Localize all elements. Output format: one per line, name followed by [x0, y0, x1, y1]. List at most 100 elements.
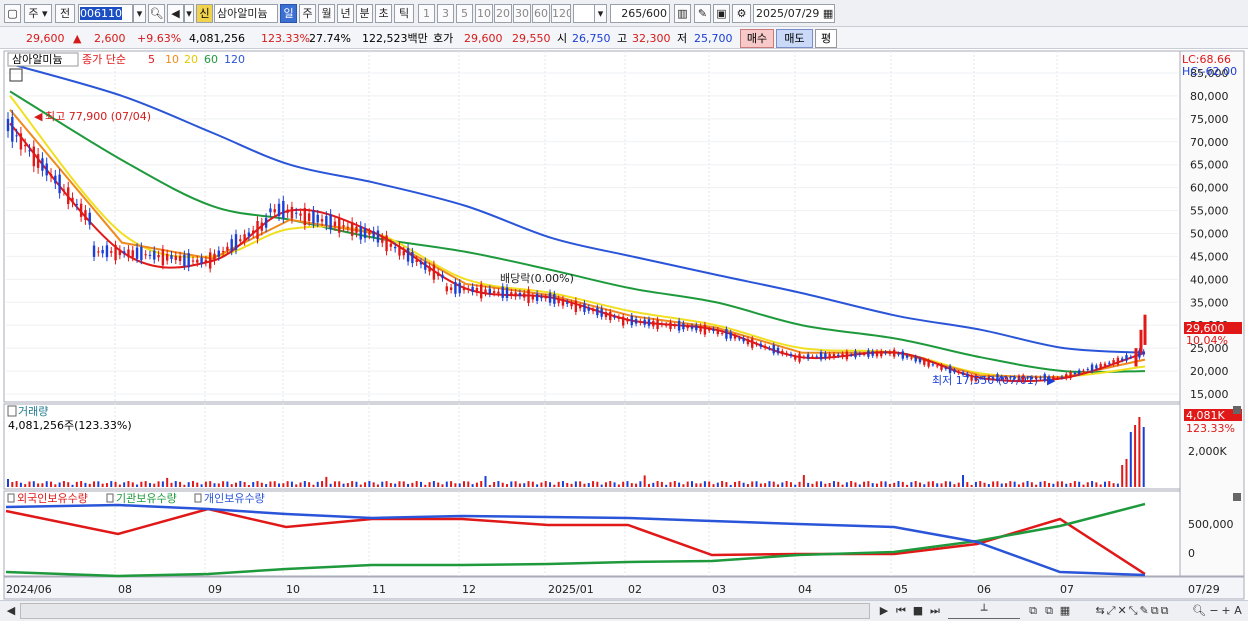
type-select[interactable]: 주 ▾ — [24, 4, 52, 23]
code-dropdown-icon[interactable]: ▾ — [133, 4, 146, 23]
tab-second[interactable]: 초 — [375, 4, 392, 23]
calendar-icon[interactable]: ▦ — [823, 7, 833, 20]
copy-icon[interactable]: ⧉ — [1026, 603, 1040, 619]
candle-body — [832, 354, 836, 358]
zoom-in-icon[interactable]: + — [1220, 603, 1232, 619]
volume-bar — [325, 476, 328, 487]
volume-bar — [574, 481, 577, 487]
volume-bar — [841, 484, 844, 487]
interval-60[interactable]: 60 — [532, 4, 550, 23]
scroll-right-icon[interactable]: ▶ — [877, 603, 891, 619]
volume-bar — [286, 481, 289, 487]
holding-close-icon[interactable] — [1233, 493, 1241, 501]
foreign-legend-toggle[interactable] — [7, 493, 15, 503]
interval-1[interactable]: 1 — [418, 4, 435, 23]
drawing-tools[interactable]: ⇆⤢✕⤡✎⧉⧉ — [1078, 603, 1188, 619]
stop-icon[interactable]: ■ — [911, 603, 925, 619]
interval-10[interactable]: 10 — [475, 4, 493, 23]
candle-body — [385, 235, 388, 252]
volume-bar — [660, 481, 663, 487]
candle-body — [940, 365, 943, 370]
count-field[interactable]: 265/600 — [610, 4, 670, 23]
volume-bar — [647, 483, 650, 487]
tab-minute[interactable]: 분 — [356, 4, 373, 23]
volume-panel-toggle[interactable] — [7, 405, 17, 417]
evaluation-button[interactable]: 평 — [815, 29, 837, 48]
window-icon[interactable]: ▢ — [4, 4, 21, 23]
candle-body — [867, 350, 870, 357]
volume-bar — [927, 481, 930, 487]
volume-bar — [1039, 481, 1042, 487]
volume-bar — [497, 481, 500, 487]
interval-3[interactable]: 3 — [437, 4, 454, 23]
candle-body — [350, 222, 354, 236]
date-field[interactable]: 2025/07/29 ▦ — [753, 4, 835, 23]
volume-bar — [1095, 482, 1098, 487]
scroll-track[interactable] — [20, 603, 870, 619]
volume-bar — [910, 482, 913, 487]
tab-day[interactable]: 일 — [280, 4, 297, 23]
save-icon[interactable]: ▣ — [713, 4, 730, 23]
tab-week[interactable]: 주 — [299, 4, 316, 23]
tab-year[interactable]: 년 — [337, 4, 354, 23]
candle-body — [381, 237, 384, 243]
interval-30[interactable]: 30 — [513, 4, 531, 23]
grid-icon[interactable]: ▦ — [1058, 603, 1072, 619]
stock-chart[interactable]: 85,00080,00075,00070,00065,00060,00055,0… — [0, 49, 1248, 600]
buy-button[interactable]: 매수 — [740, 29, 774, 48]
zoom-icon[interactable]: 🔍︎ — [1192, 603, 1206, 619]
volume-bar — [703, 481, 706, 487]
volume-value: 4,081,256 — [189, 32, 245, 45]
candle-body — [1039, 377, 1042, 379]
candle-body — [406, 248, 410, 262]
draw-tool-icon[interactable]: ✎ — [694, 4, 711, 23]
tab-month[interactable]: 월 — [318, 4, 335, 23]
prev-button[interactable]: 전 — [55, 4, 75, 23]
sell-button[interactable]: 매도 — [776, 29, 813, 48]
holding-y-tick-500k: 500,000 — [1188, 518, 1234, 531]
candle-body — [742, 338, 745, 342]
custom-interval-dropdown-icon[interactable]: ▾ — [594, 4, 607, 23]
candle-body — [910, 357, 913, 359]
candle-body — [1103, 363, 1107, 366]
candle-body — [208, 252, 212, 269]
rewind-icon[interactable]: ⏮ — [894, 603, 908, 619]
volume-bar — [604, 482, 607, 487]
zoom-slider[interactable]: ┴ — [948, 603, 1020, 619]
gear-icon[interactable]: ⚙ — [732, 4, 751, 23]
volume-close-icon[interactable] — [1233, 406, 1241, 414]
font-size-icon[interactable]: A — [1232, 603, 1244, 619]
volume-bar — [230, 484, 233, 487]
speaker-dropdown-icon[interactable]: ▾ — [184, 4, 194, 23]
volume-bar — [157, 481, 160, 487]
scroll-left-icon[interactable]: ◀ — [4, 603, 18, 619]
interval-5[interactable]: 5 — [456, 4, 473, 23]
speaker-icon[interactable]: ◀ — [167, 4, 184, 23]
legend-institution: 기관보유수량 — [116, 492, 177, 505]
volume-bar — [1048, 482, 1051, 487]
interval-20[interactable]: 20 — [494, 4, 512, 23]
individual-legend-toggle[interactable] — [194, 493, 202, 503]
x-axis-area — [3, 576, 1245, 600]
y-tick-label: 55,000 — [1190, 205, 1229, 218]
stock-code-value: 006110 — [80, 7, 122, 20]
tab-tick[interactable]: 틱 — [394, 4, 414, 23]
volume-bar — [721, 481, 724, 487]
layers-icon[interactable]: ⧉ — [1042, 603, 1056, 619]
volume-bar — [11, 482, 14, 487]
institution-legend-toggle[interactable] — [106, 493, 114, 503]
candle-body — [609, 311, 612, 321]
volume-bar — [62, 481, 65, 487]
volume-bar — [811, 483, 814, 487]
stock-name-field[interactable]: 삼아알미늄 — [214, 4, 278, 23]
search-icon[interactable]: 🔍︎ — [148, 4, 165, 23]
forward-icon[interactable]: ⏭ — [928, 603, 942, 619]
dividend-annotation: 배당락(0.00%) — [500, 272, 574, 285]
candle-icon[interactable]: ▥ — [674, 4, 691, 23]
volume-bar — [385, 481, 388, 487]
candle-body — [269, 208, 272, 213]
candle-body — [389, 243, 393, 247]
stock-code-input[interactable]: 006110 — [78, 4, 133, 23]
zoom-out-icon[interactable]: − — [1208, 603, 1220, 619]
interval-120[interactable]: 120 — [551, 4, 571, 23]
